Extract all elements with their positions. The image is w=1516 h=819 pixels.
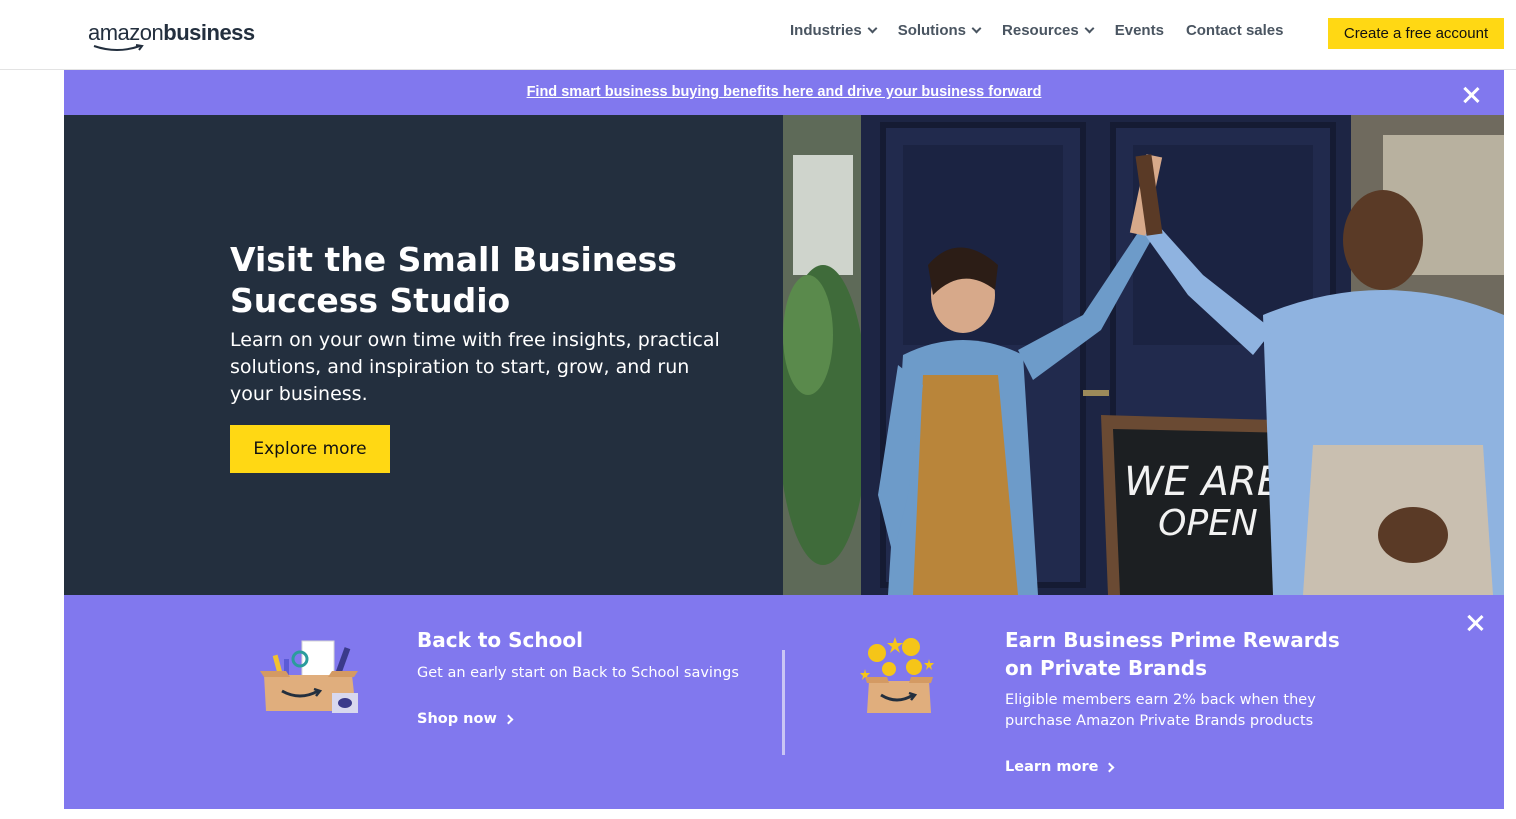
explore-more-button[interactable]: Explore more bbox=[230, 425, 390, 473]
amazon-business-logo[interactable]: amazonbusiness bbox=[88, 20, 255, 52]
nav-industries[interactable]: Industries bbox=[790, 22, 878, 39]
hero-title: Visit the Small Business Success Studio bbox=[230, 240, 677, 320]
promo-back-to-school-title: Back to School bbox=[417, 628, 583, 652]
site-header: amazonbusiness Industries Solutions Reso… bbox=[0, 0, 1516, 70]
sign-text-we-are: WE ARE bbox=[1124, 459, 1283, 505]
nav-resources-label: Resources bbox=[1002, 22, 1079, 39]
shop-now-link[interactable]: Shop now bbox=[417, 711, 514, 727]
announcement-link[interactable]: Find smart business buying benefits here… bbox=[64, 84, 1504, 100]
chevron-right-icon bbox=[503, 714, 514, 724]
promo-band: Back to School Get an early start on Bac… bbox=[64, 595, 1504, 809]
nav-solutions[interactable]: Solutions bbox=[897, 22, 982, 39]
promo-back-to-school-description: Get an early start on Back to School sav… bbox=[417, 665, 739, 681]
logo-word-amazon: amazon bbox=[88, 20, 164, 45]
school-supplies-box-icon bbox=[260, 640, 358, 713]
nav-events-label: Events bbox=[1114, 22, 1164, 39]
hero-image: WE ARE OPEN bbox=[783, 115, 1504, 595]
rewards-box-icon bbox=[860, 637, 934, 713]
logo-word-business: business bbox=[163, 20, 255, 45]
close-icon[interactable] bbox=[1462, 86, 1480, 104]
nav-industries-label: Industries bbox=[790, 22, 862, 39]
close-icon[interactable] bbox=[1466, 614, 1484, 632]
shop-now-label: Shop now bbox=[417, 711, 497, 727]
hero-description: Learn on your own time with free insight… bbox=[230, 329, 720, 405]
learn-more-label: Learn more bbox=[1005, 759, 1099, 775]
nav-solutions-label: Solutions bbox=[897, 22, 967, 39]
chevron-down-icon bbox=[867, 23, 878, 34]
promo-prime-rewards-title: Earn Business Prime Rewards on Private B… bbox=[1005, 628, 1340, 680]
learn-more-link[interactable]: Learn more bbox=[1005, 759, 1115, 775]
create-free-account-button[interactable]: Create a free account bbox=[1328, 18, 1504, 49]
nav-contact-sales[interactable]: Contact sales bbox=[1186, 22, 1284, 39]
main-nav: Industries Solutions Resources Events Co… bbox=[790, 22, 1305, 39]
nav-contact-sales-label: Contact sales bbox=[1185, 22, 1284, 39]
promo-divider bbox=[782, 650, 785, 755]
hero-photo: WE ARE OPEN bbox=[783, 115, 1504, 595]
hero-panel: Visit the Small Business Success Studio … bbox=[64, 115, 784, 595]
nav-events[interactable]: Events bbox=[1115, 22, 1164, 39]
chevron-down-icon bbox=[971, 23, 982, 34]
promo-prime-rewards-description: Eligible members earn 2% back when they … bbox=[1005, 692, 1316, 729]
chevron-right-icon bbox=[1104, 762, 1115, 772]
announcement-bar: Find smart business buying benefits here… bbox=[64, 70, 1504, 115]
nav-resources[interactable]: Resources bbox=[1002, 22, 1095, 39]
chevron-down-icon bbox=[1084, 23, 1095, 34]
sign-text-open: OPEN bbox=[1158, 503, 1258, 544]
amazon-smile-icon bbox=[93, 44, 144, 51]
